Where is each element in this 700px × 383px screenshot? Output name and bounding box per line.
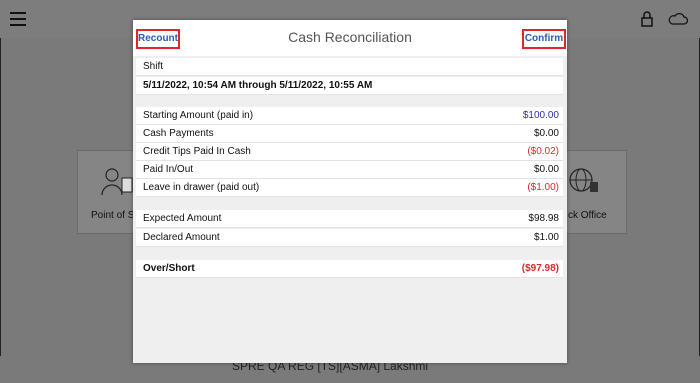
leave-in-drawer-row: Leave in drawer (paid out) ($1.00) (136, 179, 563, 197)
dialog-title: Cash Reconciliation (288, 29, 412, 45)
row-label: Credit Tips Paid In Cash (143, 146, 251, 157)
declared-value: $1.00 (533, 232, 559, 243)
declared-label: Declared Amount (143, 232, 220, 243)
declared-amount-row: Declared Amount $1.00 (136, 229, 563, 247)
back-office-label: ck Office (568, 210, 607, 221)
starting-amount-row: Starting Amount (paid in) $100.00 (136, 107, 563, 125)
over-short-label: Over/Short (143, 263, 195, 274)
cash-payments-row: Cash Payments $0.00 (136, 125, 563, 143)
paid-in-out-row: Paid In/Out $0.00 (136, 161, 563, 179)
row-label: Starting Amount (paid in) (143, 110, 254, 121)
menu-icon[interactable] (10, 12, 26, 26)
row-value: $0.00 (533, 164, 559, 175)
over-short-value: ($97.98) (521, 263, 559, 274)
row-label: Leave in drawer (paid out) (143, 182, 260, 193)
dialog-header: Recount Cash Reconciliation Confirm (133, 20, 567, 56)
lock-icon[interactable] (641, 11, 653, 27)
row-value: $0.00 (533, 128, 559, 139)
row-label: Cash Payments (143, 128, 214, 139)
expected-value: $98.98 (528, 213, 559, 224)
over-short-row: Over/Short ($97.98) (136, 260, 563, 278)
expected-amount-row: Expected Amount $98.98 (136, 210, 563, 228)
point-of-sale-label: Point of S (91, 210, 135, 221)
credit-tips-row: Credit Tips Paid In Cash ($0.02) (136, 143, 563, 161)
row-value: ($1.00) (527, 182, 559, 193)
row-label: Paid In/Out (143, 164, 194, 175)
shift-label: Shift (143, 61, 164, 72)
shift-label-row: Shift (136, 58, 563, 76)
expected-label: Expected Amount (143, 213, 222, 224)
row-value: $100.00 (522, 110, 559, 121)
pos-icon (101, 168, 133, 196)
cloud-icon[interactable] (668, 13, 688, 25)
shift-range: 5/11/2022, 10:54 AM through 5/11/2022, 1… (143, 80, 373, 91)
cash-reconciliation-dialog: Recount Cash Reconciliation Confirm Shif… (133, 20, 567, 363)
confirm-button[interactable]: Confirm (522, 29, 566, 49)
row-value: ($0.02) (527, 146, 559, 157)
globe-plug-icon (569, 168, 598, 192)
shift-range-row: 5/11/2022, 10:54 AM through 5/11/2022, 1… (136, 77, 563, 95)
